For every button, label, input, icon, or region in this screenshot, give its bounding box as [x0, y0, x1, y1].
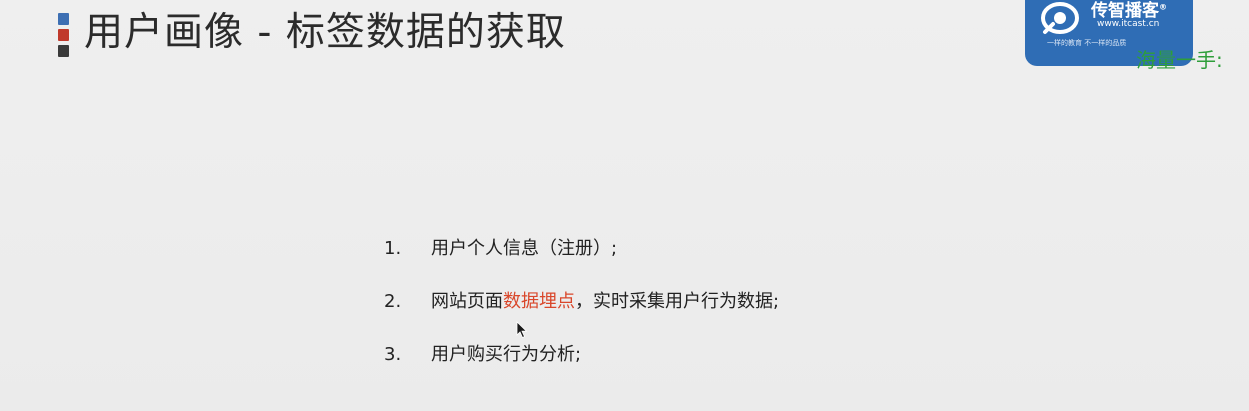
list-item-text-before: 用户购买行为分析;	[431, 344, 582, 365]
list-item-number: 1.	[384, 238, 402, 259]
list-item-number: 3.	[384, 344, 402, 365]
list-item-text: 网站页面数据埋点，实时采集用户行为数据;	[431, 287, 779, 317]
slide-title: 用户画像 - 标签数据的获取	[84, 10, 566, 55]
slide: 用户画像 - 标签数据的获取 传智播客® www.itcast.cn 一样的教育…	[0, 0, 1249, 411]
accent-bar-red	[58, 29, 69, 41]
mouse-pointer-icon	[516, 321, 528, 339]
list-item-text: 用户个人信息（注册）;	[431, 234, 617, 264]
list-item-text-before: 网站页面	[431, 291, 503, 312]
title-accent-bars	[58, 13, 69, 59]
logo-brand-name: 传智播客®	[1091, 0, 1167, 21]
list-item-number: 2.	[384, 291, 402, 312]
accent-bar-dark	[58, 45, 69, 57]
registered-mark: ®	[1159, 2, 1167, 12]
list-item-text-after: ，实时采集用户行为数据;	[575, 291, 780, 312]
logo-slogan: 一样的教育 不一样的品质	[1047, 39, 1127, 47]
logo-brand-text: 传智播客	[1091, 1, 1159, 21]
itcast-logo-icon	[1041, 2, 1079, 34]
accent-bar-blue	[58, 13, 69, 25]
logo-url: www.itcast.cn	[1097, 19, 1160, 29]
overlay-watermark-text: 海量一手:	[1136, 48, 1223, 72]
list-item-text-before: 用户个人信息（注册）;	[431, 238, 618, 259]
list-item-text: 用户购买行为分析;	[431, 340, 581, 370]
list-item-highlight: 数据埋点	[503, 291, 575, 312]
